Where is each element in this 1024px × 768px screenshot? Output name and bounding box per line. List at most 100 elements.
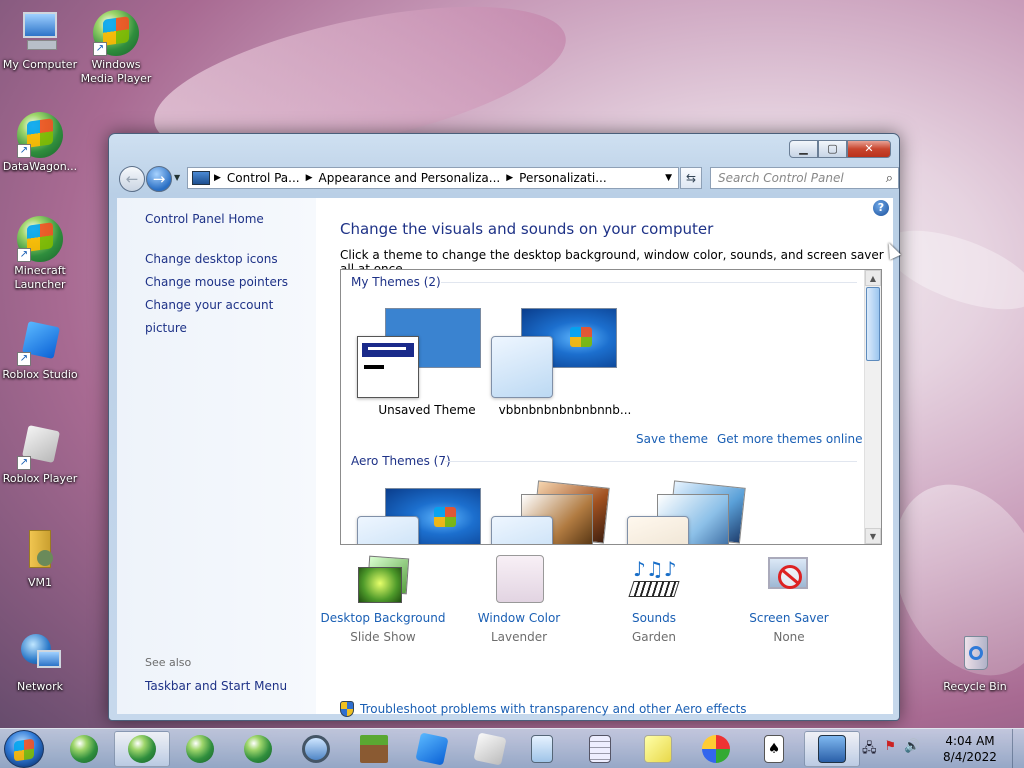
calculator-icon	[589, 735, 611, 763]
screen-saver-setting[interactable]: Screen Saver None	[719, 555, 859, 644]
theme-glass-preview	[491, 336, 553, 398]
taskbar-start-menu-link[interactable]: Taskbar and Start Menu	[145, 679, 287, 693]
control-panel-icon	[818, 735, 846, 763]
taskbar-app-shortcut[interactable]	[172, 731, 228, 767]
taskbar-app-roblox-player[interactable]	[462, 731, 518, 767]
network-status-icon[interactable]: 🖧	[862, 739, 877, 761]
volume-icon[interactable]: 🔊	[904, 739, 920, 761]
troubleshoot-aero-link[interactable]: Troubleshoot problems with transparency …	[340, 701, 747, 717]
taskbar-app-roblox-studio[interactable]	[404, 731, 460, 767]
taskbar-app-paint[interactable]	[688, 731, 744, 767]
navigation-bar: ← → ▼ ▶ Control Pa... ▶ Appearance and P…	[117, 164, 899, 192]
close-button[interactable]: ✕	[847, 140, 891, 158]
search-input[interactable]: Search Control Panel ⌕	[710, 167, 899, 189]
minecraft-icon	[360, 735, 388, 763]
address-dropdown-icon[interactable]: ▼	[665, 173, 672, 183]
desktop-icon-minecraft-launcher[interactable]: ↗ Minecraft Launcher	[0, 216, 80, 292]
setting-value: None	[773, 630, 805, 644]
shortcut-arrow-icon: ↗	[17, 352, 31, 366]
uac-shield-icon	[340, 701, 354, 717]
setting-label: Sounds	[631, 611, 677, 625]
control-panel-home-link[interactable]: Control Panel Home	[145, 212, 264, 226]
taskbar-app-calculator[interactable]	[572, 731, 628, 767]
see-also-heading: See also	[145, 656, 192, 669]
taskbar-app-solitaire[interactable]: ♠	[746, 731, 802, 767]
taskbar-app-active[interactable]	[114, 731, 170, 767]
clock-time: 4:04 AM	[945, 734, 995, 748]
scroll-thumb[interactable]	[866, 287, 880, 361]
taskbar-app-sticky-notes[interactable]	[630, 731, 686, 767]
theme-glass-preview	[627, 516, 689, 544]
change-desktop-icons-link[interactable]: Change desktop icons	[145, 248, 316, 271]
taskbar-app-shortcut[interactable]	[56, 731, 112, 767]
desktop-icon-roblox-player[interactable]: ↗ Roblox Player	[0, 424, 80, 486]
back-button[interactable]: ←	[119, 166, 145, 192]
breadcrumb-personalization[interactable]: Personalizati...	[519, 171, 606, 185]
breadcrumb-separator-icon[interactable]: ▶	[506, 173, 513, 183]
start-button[interactable]	[4, 730, 44, 768]
window-color-setting[interactable]: Window Color Lavender	[449, 555, 589, 644]
theme-aero-windows7[interactable]	[349, 480, 489, 544]
desktop-background-setting[interactable]: Desktop Background Slide Show	[313, 555, 453, 644]
theme-list[interactable]: My Themes (2) Unsaved Theme vbbnbnbnbnbn…	[340, 269, 882, 545]
theme-custom[interactable]: vbbnbnbnbnbnbnnb...	[491, 300, 631, 420]
desktop-icon-network[interactable]: Network	[0, 632, 80, 694]
theme-list-scrollbar[interactable]: ▲ ▼	[864, 270, 881, 544]
theme-name: Unsaved Theme	[378, 403, 476, 417]
get-more-themes-link[interactable]: Get more themes online	[717, 432, 863, 446]
theme-aero-architecture[interactable]	[491, 480, 631, 544]
scroll-down-icon[interactable]: ▼	[865, 528, 881, 544]
aero-themes-heading: Aero Themes (7)	[351, 454, 451, 468]
taskbar-app-shortcut[interactable]	[230, 731, 286, 767]
change-mouse-pointers-link[interactable]: Change mouse pointers	[145, 271, 316, 294]
setting-label: Desktop Background	[320, 611, 446, 625]
clock[interactable]: 4:04 AM 8/4/2022	[930, 733, 1010, 765]
breadcrumb-separator-icon[interactable]: ▶	[214, 173, 221, 183]
taskbar-app-notepad[interactable]	[514, 731, 570, 767]
personalization-window[interactable]: ▁ ▢ ✕ ← → ▼ ▶ Control Pa... ▶ Appearance…	[108, 133, 900, 721]
address-bar[interactable]: ▶ Control Pa... ▶ Appearance and Persona…	[187, 167, 679, 189]
desktop-icon-label: Network	[17, 680, 63, 693]
desktop-icon-roblox-studio[interactable]: ↗ Roblox Studio	[0, 320, 80, 382]
action-center-icon[interactable]: ⚑	[885, 739, 897, 761]
breadcrumb-appearance[interactable]: Appearance and Personaliza...	[319, 171, 501, 185]
caption-buttons: ▁ ▢ ✕	[789, 140, 891, 158]
taskbar-app-magnifier[interactable]	[288, 731, 344, 767]
save-theme-link[interactable]: Save theme	[636, 432, 708, 446]
desktop-icon-windows-media-player[interactable]: ↗ Windows Media Player	[76, 10, 156, 86]
minimize-button[interactable]: ▁	[789, 140, 818, 158]
refresh-button[interactable]: ⇆	[680, 167, 702, 189]
sounds-setting[interactable]: ♪♫♪ Sounds Garden	[584, 555, 724, 644]
shortcut-orb-icon: ↗	[17, 216, 63, 262]
search-placeholder: Search Control Panel	[718, 171, 844, 185]
shortcut-orb-icon	[244, 735, 272, 763]
breadcrumb-control-panel[interactable]: Control Pa...	[227, 171, 300, 185]
desktop-icon-my-computer[interactable]: My Computer	[0, 10, 80, 72]
maximize-button[interactable]: ▢	[818, 140, 847, 158]
change-account-picture-link[interactable]: Change your account picture	[145, 294, 316, 340]
theme-name: vbbnbnbnbnbnbnnb...	[498, 403, 632, 417]
setting-value: Lavender	[490, 630, 548, 644]
breadcrumb-separator-icon[interactable]: ▶	[306, 173, 313, 183]
desktop-icon-label: Roblox Player	[2, 472, 78, 485]
forward-button[interactable]: →	[146, 166, 172, 192]
desktop-icon-vm1[interactable]: VM1	[0, 528, 80, 590]
desktop-icon-label: Minecraft Launcher	[14, 264, 66, 291]
shortcut-orb-icon: ↗	[17, 112, 63, 158]
recent-pages-dropdown-icon[interactable]: ▼	[174, 173, 180, 182]
system-tray: 🖧 ⚑ 🔊	[862, 739, 920, 761]
taskbar-app-minecraft[interactable]	[346, 731, 402, 767]
search-icon[interactable]: ⌕	[886, 169, 893, 189]
desktop-icon-recycle-bin[interactable]: Recycle Bin	[935, 632, 1015, 694]
desktop-icon-datawagon[interactable]: ↗ DataWagon...	[0, 112, 80, 174]
help-icon[interactable]: ?	[873, 200, 889, 216]
theme-glass-preview	[491, 516, 553, 544]
theme-unsaved[interactable]: Unsaved Theme	[349, 300, 489, 420]
roblox-player-icon	[473, 732, 507, 766]
scroll-up-icon[interactable]: ▲	[865, 270, 881, 286]
theme-aero-characters[interactable]	[627, 480, 767, 544]
group-divider	[445, 461, 857, 462]
paint-icon	[702, 735, 730, 763]
taskbar-app-control-panel[interactable]	[804, 731, 860, 767]
show-desktop-button[interactable]	[1012, 729, 1024, 768]
